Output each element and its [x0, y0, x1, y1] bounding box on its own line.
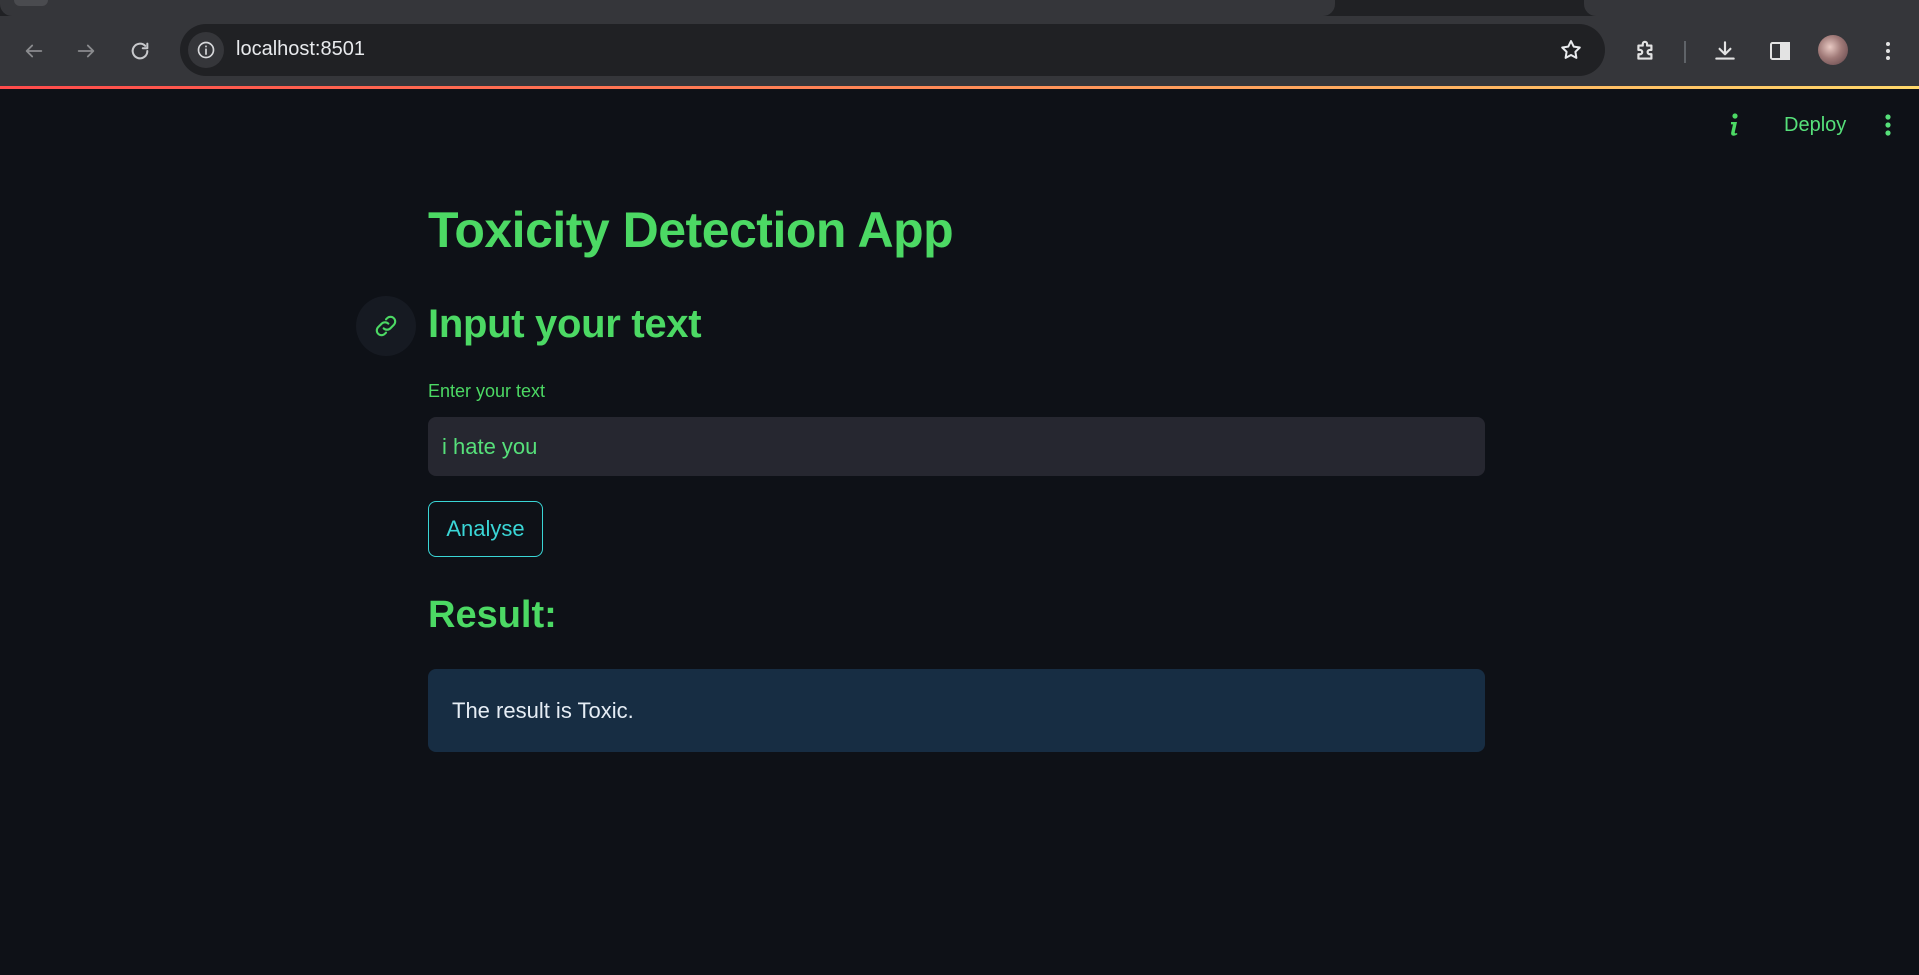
site-info-button[interactable]: [188, 32, 224, 68]
tab-strip-right: [1584, 0, 1919, 16]
address-bar[interactable]: localhost:8501: [180, 24, 1605, 76]
back-button[interactable]: [16, 33, 52, 69]
browser-toolbar: localhost:8501: [0, 16, 1919, 86]
reload-icon: [131, 42, 149, 60]
tab-close-area[interactable]: [14, 0, 48, 6]
active-tab[interactable]: [0, 0, 1335, 16]
result-title: Result:: [428, 594, 557, 636]
star-icon: [1561, 40, 1581, 59]
deploy-button[interactable]: Deploy: [1770, 107, 1860, 143]
puzzle-icon: [1637, 40, 1653, 60]
link-icon: [375, 315, 397, 337]
kebab-menu-icon: [1886, 42, 1890, 60]
downloads-button[interactable]: [1707, 33, 1743, 69]
arrow-left-icon: [25, 44, 43, 58]
header-anchor-link[interactable]: [356, 296, 416, 356]
side-panel-button[interactable]: [1762, 33, 1798, 69]
reload-button[interactable]: [122, 33, 158, 69]
download-icon: [1715, 41, 1735, 60]
analyse-button[interactable]: Analyse: [428, 501, 543, 557]
app-container: Deploy Toxicity Detection App Input your…: [0, 89, 1919, 975]
info-icon: [1731, 113, 1738, 136]
page-title: Toxicity Detection App: [428, 202, 954, 258]
extensions-button[interactable]: [1628, 33, 1664, 69]
app-menu-button[interactable]: [1874, 107, 1902, 143]
kebab-menu-icon: [1885, 114, 1891, 136]
bookmark-button[interactable]: [1557, 36, 1585, 64]
tab-strip: [0, 0, 1919, 16]
result-alert: The result is Toxic.: [428, 669, 1485, 752]
input-label: Enter your text: [428, 381, 546, 401]
app-info-button[interactable]: [1720, 111, 1748, 139]
profile-avatar[interactable]: [1818, 35, 1848, 65]
url-text[interactable]: localhost:8501: [236, 38, 365, 61]
browser-menu-button[interactable]: [1870, 33, 1906, 69]
toolbar-separator: [1684, 41, 1686, 63]
side-panel-icon: [1770, 42, 1790, 60]
result-message: The result is Toxic.: [452, 697, 634, 723]
arrow-right-icon: [77, 44, 95, 58]
text-input[interactable]: [428, 417, 1485, 476]
info-circle-icon: [197, 41, 215, 59]
input-section-title: Input your text: [428, 302, 702, 346]
forward-button[interactable]: [68, 33, 104, 69]
